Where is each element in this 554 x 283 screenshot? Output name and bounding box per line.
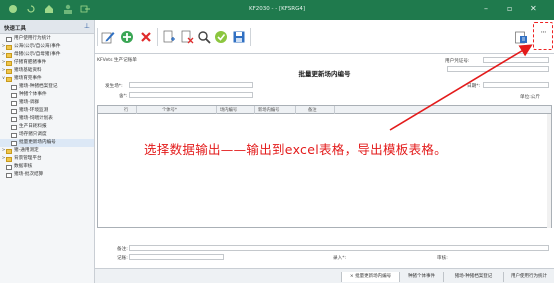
annotation-text: 选择数据输出——输出到excel表格，导出模板表格。 — [144, 142, 447, 157]
tab-individual-event[interactable]: 种猪个体事件 — [399, 272, 443, 282]
document-tabs-bar: × 批量更新场内编号 种猪个体事件 猪场-种猪档案登记 用户使用行为统计 — [95, 268, 554, 283]
tab-sow-record[interactable]: 猪场-种猪档案登记 — [443, 272, 503, 282]
tab-batch-update[interactable]: × 批量更新场内编号 — [341, 272, 399, 282]
tab-usage-stats[interactable]: 用户使用行为统计 — [503, 272, 554, 282]
tab-close-icon[interactable]: × — [350, 274, 354, 279]
